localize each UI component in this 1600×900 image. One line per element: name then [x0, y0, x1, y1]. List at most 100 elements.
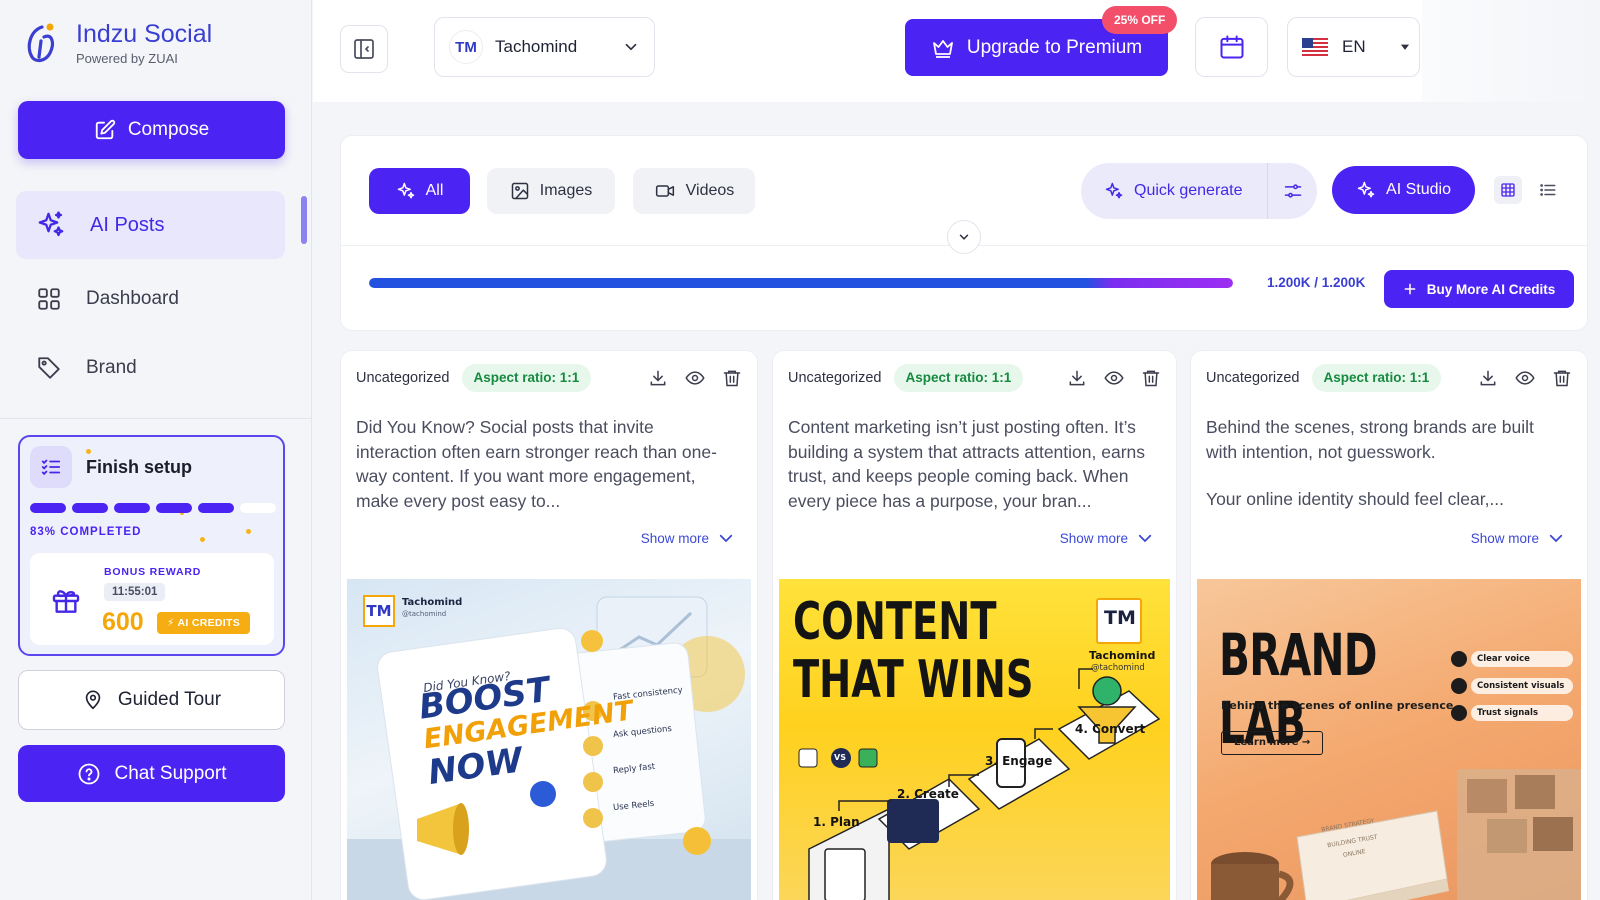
post-card-header: Uncategorized Aspect ratio: 1:1: [356, 363, 742, 393]
image-icon: [511, 182, 529, 200]
credits-count: 1.200K / 1.200K: [1267, 275, 1366, 290]
sidebar-item-ai-posts[interactable]: AI Posts: [16, 191, 285, 259]
workspace-logo: TM: [449, 30, 483, 64]
calendar-button[interactable]: [1195, 17, 1268, 77]
sidebar-item-dashboard[interactable]: Dashboard: [16, 265, 285, 333]
image-brand-name: Tachomind: [1089, 649, 1156, 662]
sidebar-item-brand[interactable]: Brand: [16, 334, 285, 402]
image-brand-handle: @tachomind: [402, 610, 447, 618]
tab-images[interactable]: Images: [487, 168, 615, 214]
bonus-timer: 11:55:01: [104, 583, 166, 601]
image-step: 4. Convert: [1075, 722, 1146, 736]
map-pin-icon: [85, 690, 101, 710]
setup-progress: [30, 503, 276, 513]
quick-generate-button[interactable]: Quick generate: [1081, 163, 1268, 219]
quick-generate-group: Quick generate: [1081, 163, 1317, 219]
show-more-label: Show more: [1059, 530, 1128, 546]
image-headline: CONTENT THAT WINS: [793, 593, 1034, 709]
post-caption: Did You Know? Social posts that invite i…: [356, 417, 717, 511]
brand-name: Indzu Social: [76, 20, 213, 48]
crown-icon: [932, 39, 953, 58]
progress-step: [72, 503, 108, 513]
expand-filters-button[interactable]: [947, 220, 981, 254]
post-category: Uncategorized: [1206, 370, 1300, 386]
generate-settings-button[interactable]: [1268, 163, 1317, 219]
language-code: EN: [1342, 37, 1366, 56]
sparkles-icon: [1357, 181, 1375, 198]
eye-icon[interactable]: [684, 368, 706, 388]
discount-badge: 25% OFF: [1102, 6, 1178, 34]
download-icon[interactable]: [648, 368, 668, 388]
buy-credits-label: Buy More AI Credits: [1426, 281, 1556, 297]
tab-all[interactable]: All: [369, 168, 470, 214]
list-view-toggle[interactable]: [1534, 176, 1562, 204]
aspect-ratio-badge: Aspect ratio: 1:1: [1311, 364, 1442, 392]
gift-icon: [52, 590, 80, 613]
post-card[interactable]: Uncategorized Aspect ratio: 1:1 Behind t…: [1190, 350, 1588, 900]
compose-button[interactable]: Compose: [18, 101, 285, 159]
setup-title: Finish setup: [86, 456, 193, 477]
help-circle-icon: [78, 763, 99, 784]
progress-step: [156, 503, 192, 513]
image-brand-logo: TM: [363, 595, 395, 627]
guided-tour-button[interactable]: Guided Tour: [18, 670, 285, 730]
post-category: Uncategorized: [356, 370, 450, 386]
tag-icon: [38, 357, 60, 379]
sparkles-icon: [1105, 182, 1123, 199]
confetti-dot: [246, 529, 251, 534]
trash-icon[interactable]: [722, 368, 742, 388]
ai-studio-button[interactable]: AI Studio: [1332, 166, 1475, 214]
image-brand-logo: TM: [1104, 607, 1136, 629]
eye-icon[interactable]: [1514, 368, 1536, 388]
sliders-icon: [1284, 184, 1301, 198]
image-brand-handle: @tachomind: [1091, 663, 1145, 673]
aspect-ratio-badge: Aspect ratio: 1:1: [461, 364, 592, 392]
post-caption: Behind the scenes, strong brands are bui…: [1206, 417, 1534, 462]
download-icon[interactable]: [1478, 368, 1498, 388]
post-card[interactable]: Uncategorized Aspect ratio: 1:1 Did You …: [340, 350, 758, 900]
chat-support-label: Chat Support: [114, 762, 227, 784]
setup-completed-label: 83% COMPLETED: [30, 526, 142, 538]
sidebar-item-label: Dashboard: [86, 288, 179, 309]
headline-line: CONTENT: [793, 592, 997, 652]
sidebar-collapse-icon: [354, 39, 374, 59]
brand-logo[interactable]: Indzu Social Powered by ZUAI: [22, 20, 212, 66]
post-card-header: Uncategorized Aspect ratio: 1:1: [1206, 363, 1572, 393]
finish-setup-card[interactable]: Finish setup 83% COMPLETED BONUS REWARD …: [18, 435, 285, 656]
chevron-down-icon: [625, 43, 637, 51]
language-selector[interactable]: EN: [1287, 17, 1420, 77]
chevron-down-icon: [1549, 534, 1563, 543]
show-more-link[interactable]: Show more: [1060, 529, 1154, 547]
tab-videos[interactable]: Videos: [633, 168, 755, 214]
grid-view-icon: [1501, 183, 1515, 197]
post-card[interactable]: Uncategorized Aspect ratio: 1:1 Content …: [772, 350, 1177, 900]
show-more-label: Show more: [640, 530, 709, 546]
image-cta-label: Learn more: [1234, 737, 1299, 748]
show-more-link[interactable]: Show more: [1471, 529, 1565, 547]
buy-credits-button[interactable]: Buy More AI Credits: [1384, 270, 1574, 308]
plus-icon: [1404, 283, 1416, 295]
sidebar-item-label: Brand: [86, 357, 137, 378]
post-image[interactable]: TM Tachomind @tachomind Did You Know? BO…: [347, 579, 751, 900]
tab-label: Videos: [685, 182, 735, 199]
chat-support-button[interactable]: Chat Support: [18, 745, 285, 802]
image-cta: Learn more →: [1221, 731, 1324, 755]
eye-icon[interactable]: [1103, 368, 1125, 388]
workspace-name: Tachomind: [495, 37, 578, 56]
trash-icon[interactable]: [1552, 368, 1572, 388]
sidebar-item-label: AI Posts: [90, 213, 165, 236]
show-more-link[interactable]: Show more: [641, 529, 735, 547]
checklist-icon: [30, 446, 72, 488]
progress-step: [198, 503, 234, 513]
show-more-label: Show more: [1470, 530, 1539, 546]
image-step: 2. Create: [897, 787, 959, 801]
collapse-sidebar-button[interactable]: [340, 25, 388, 73]
post-image[interactable]: BRAND LAB Behind the scenes of online pr…: [1197, 579, 1581, 900]
image-subhead: Behind the scenes of online presence: [1221, 699, 1454, 712]
sparkles-icon: [38, 211, 64, 237]
trash-icon[interactable]: [1141, 368, 1161, 388]
grid-view-toggle[interactable]: [1494, 176, 1522, 204]
workspace-selector[interactable]: TM Tachomind: [434, 17, 655, 77]
download-icon[interactable]: [1067, 368, 1087, 388]
post-image[interactable]: CONTENT THAT WINS TM Tachomind @tachomin…: [779, 579, 1170, 900]
